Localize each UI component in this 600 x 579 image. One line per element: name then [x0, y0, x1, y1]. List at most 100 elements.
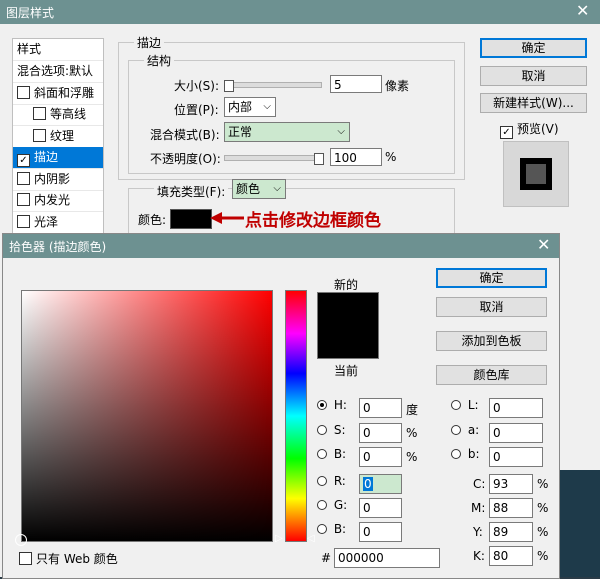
- style-list-header: 样式: [13, 39, 103, 61]
- checkbox-icon[interactable]: ✓: [17, 154, 30, 167]
- checkbox-icon[interactable]: [33, 107, 46, 120]
- size-slider-thumb[interactable]: [224, 80, 234, 92]
- saturation-brightness-field[interactable]: [21, 290, 273, 542]
- size-slider[interactable]: [224, 82, 322, 88]
- picker-cancel-button[interactable]: 取消: [436, 297, 547, 317]
- web-colors-only-checkbox[interactable]: 只有 Web 颜色: [19, 550, 118, 567]
- new-style-button[interactable]: 新建样式(W)...: [480, 93, 587, 113]
- s-label: S:: [333, 423, 346, 437]
- ok-button[interactable]: 确定: [480, 38, 587, 58]
- opacity-slider-thumb[interactable]: [314, 153, 324, 165]
- checkbox-icon[interactable]: [17, 193, 30, 206]
- blend-mode-value: 正常: [228, 125, 253, 139]
- blue-radio[interactable]: [317, 524, 327, 534]
- b-radio[interactable]: [317, 449, 327, 459]
- k-unit: %: [537, 549, 549, 563]
- checkbox-icon[interactable]: [17, 214, 30, 228]
- blend-mode-label: 混合模式(B):: [150, 128, 220, 142]
- l-radio[interactable]: [451, 400, 461, 410]
- blue-label: B:: [333, 522, 347, 536]
- preview-label: 预览(V): [517, 122, 559, 136]
- r-label: R:: [333, 474, 346, 488]
- style-list-item[interactable]: 内阴影: [13, 169, 103, 191]
- layer-style-title: 图层样式: [6, 6, 55, 20]
- style-list-item-label: 内发光: [34, 193, 71, 207]
- m-input[interactable]: 88: [489, 498, 533, 518]
- picker-ok-button[interactable]: 确定: [436, 268, 547, 288]
- stroke-color-swatch[interactable]: [170, 209, 212, 229]
- c-label: C:: [473, 477, 486, 491]
- current-color-swatch[interactable]: [317, 325, 379, 359]
- hex-label: #: [321, 551, 332, 565]
- close-icon[interactable]: ✕: [576, 3, 589, 19]
- style-list-item[interactable]: 混合选项:默认: [13, 61, 103, 83]
- hue-left-arrow-icon[interactable]: ▷: [275, 533, 283, 544]
- h-unit: 度: [406, 403, 419, 417]
- color-picker-cursor[interactable]: [15, 534, 27, 546]
- style-list-item-label: 等高线: [50, 107, 87, 121]
- h-radio[interactable]: [317, 400, 327, 410]
- c-input[interactable]: 93: [489, 474, 533, 494]
- size-unit: 像素: [385, 79, 410, 93]
- structure-group-title: 结构: [144, 52, 175, 69]
- l-input[interactable]: 0: [489, 398, 543, 418]
- hsb-s-row: S:: [317, 423, 346, 437]
- style-list-item[interactable]: ✓ 描边: [13, 147, 103, 169]
- opacity-slider[interactable]: [224, 155, 322, 161]
- position-select[interactable]: 内部 ⌵: [224, 97, 276, 117]
- position-value: 内部: [228, 100, 253, 114]
- rgb-g-row: G:: [317, 498, 347, 512]
- color-library-button[interactable]: 颜色库: [436, 365, 547, 385]
- preview-fill-square: [526, 164, 546, 184]
- k-input[interactable]: 80: [489, 546, 533, 566]
- hsb-h-row: H:: [317, 398, 347, 412]
- hex-input[interactable]: 000000: [334, 548, 440, 568]
- size-input[interactable]: 5: [330, 75, 382, 93]
- style-list-item[interactable]: 斜面和浮雕: [13, 83, 103, 105]
- s-radio[interactable]: [317, 425, 327, 435]
- blend-mode-select[interactable]: 正常 ⌵: [224, 122, 350, 142]
- r-value: 0: [363, 477, 373, 491]
- r-radio[interactable]: [317, 476, 327, 486]
- blue-input[interactable]: 0: [359, 522, 402, 542]
- chevron-down-icon: ⌵: [337, 126, 345, 137]
- opacity-label: 不透明度(O):: [150, 152, 221, 166]
- preview-checkbox[interactable]: ✓ 预览(V): [500, 120, 559, 139]
- opacity-input[interactable]: 100: [330, 148, 382, 166]
- style-list-item[interactable]: 光泽: [13, 212, 103, 234]
- checkbox-icon: [19, 552, 32, 565]
- g-radio[interactable]: [317, 500, 327, 510]
- checkbox-icon[interactable]: [17, 171, 30, 185]
- checkbox-icon[interactable]: [17, 85, 30, 99]
- a-radio[interactable]: [451, 425, 461, 435]
- b-input[interactable]: 0: [359, 447, 402, 467]
- style-list-item[interactable]: 纹理: [13, 126, 103, 148]
- lab-b-input[interactable]: 0: [489, 447, 543, 467]
- opacity-unit: %: [385, 150, 397, 164]
- l-label: L:: [467, 398, 479, 412]
- a-label: a:: [467, 423, 480, 437]
- g-input[interactable]: 0: [359, 498, 402, 518]
- close-icon[interactable]: ✕: [537, 237, 550, 253]
- style-list-item[interactable]: 内发光: [13, 190, 103, 212]
- add-to-swatches-button[interactable]: 添加到色板: [436, 331, 547, 351]
- h-input[interactable]: 0: [359, 398, 402, 418]
- y-input[interactable]: 89: [489, 522, 533, 542]
- chevron-down-icon: ⌵: [263, 101, 271, 112]
- style-list-item-label: 斜面和浮雕: [34, 85, 95, 100]
- s-input[interactable]: 0: [359, 423, 402, 443]
- hue-slider[interactable]: [285, 290, 307, 542]
- a-input[interactable]: 0: [489, 423, 543, 443]
- style-list-item[interactable]: 等高线: [13, 104, 103, 126]
- style-list-item-label: 混合选项:默认: [17, 64, 94, 78]
- chevron-down-icon: ⌵: [273, 183, 281, 194]
- cancel-button[interactable]: 取消: [480, 66, 587, 86]
- hue-right-arrow-icon[interactable]: ◁: [307, 533, 315, 544]
- style-list-item-label: 光泽: [34, 214, 59, 229]
- lab-b-radio[interactable]: [451, 449, 461, 459]
- web-colors-only-label: 只有 Web 颜色: [36, 552, 118, 566]
- r-input[interactable]: 0: [359, 474, 402, 494]
- fill-type-select[interactable]: 颜色 ⌵: [232, 179, 286, 199]
- g-label: G:: [333, 498, 348, 512]
- checkbox-icon[interactable]: [33, 128, 46, 142]
